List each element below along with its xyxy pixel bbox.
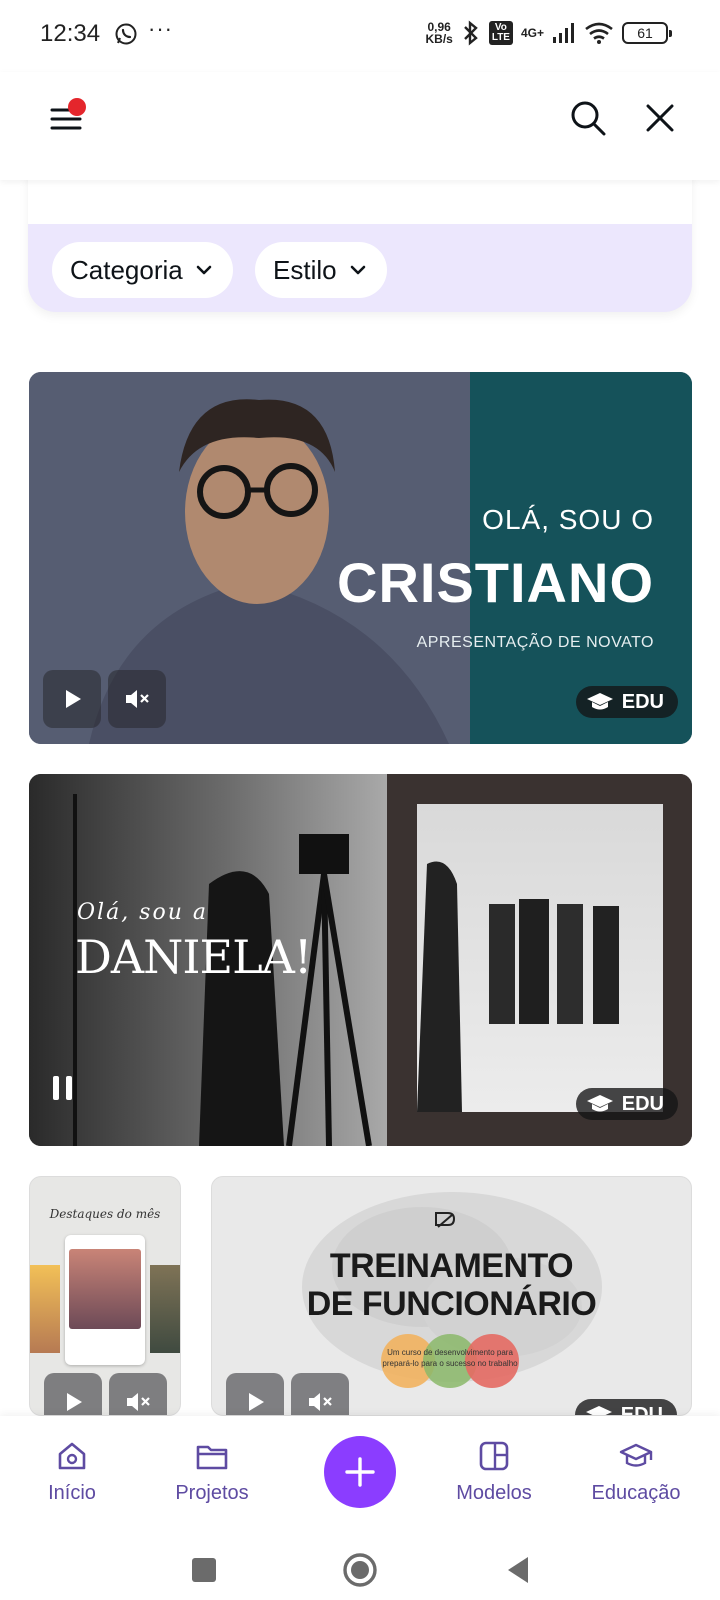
post-photo [69, 1249, 141, 1329]
mute-icon [126, 690, 149, 708]
status-indicators: 0,96 KB/s Vo LTE 4G+ 61 [425, 20, 672, 46]
side-photo-left [30, 1265, 60, 1353]
folder-icon [196, 1445, 228, 1470]
template-card-daniela[interactable]: Olá, sou a DANIELA! EDU [29, 774, 692, 1146]
mute-button[interactable] [291, 1373, 349, 1415]
status-time: 12:34 [40, 20, 101, 47]
volte-icon: Vo LTE [488, 21, 513, 45]
template-card-destaques[interactable]: Destaques do mês [29, 1176, 181, 1416]
card-title-text: Destaques do mês [49, 1207, 161, 1221]
wifi-icon [585, 22, 613, 44]
post-preview [65, 1235, 145, 1365]
play-button[interactable] [43, 670, 101, 728]
category-filter-label: Categoria [70, 254, 183, 285]
graduation-cap-icon [586, 693, 613, 710]
graduation-cap-icon [586, 1095, 613, 1112]
more-notifications-icon: ··· [148, 16, 173, 41]
card-hello-text: Olá, sou a [77, 900, 208, 925]
play-icon [66, 690, 81, 708]
mute-button[interactable] [109, 1373, 167, 1415]
chevron-down-icon [196, 265, 212, 275]
top-app-bar [0, 72, 720, 180]
edu-badge: EDU [575, 686, 678, 718]
recent-apps-icon[interactable] [184, 1550, 224, 1590]
graduation-cap-icon [585, 1406, 612, 1415]
category-filter-chip[interactable]: Categoria [52, 242, 233, 298]
card-subtitle-text: APRESENTAÇÃO DE NOVATO [416, 634, 654, 651]
edu-badge: EDU [575, 1088, 678, 1120]
chevron-down-icon [350, 265, 365, 275]
create-button[interactable] [324, 1436, 396, 1508]
graduation-cap-icon [619, 1443, 653, 1467]
card-name-text: DANIELA! [75, 930, 312, 984]
studio-people-illustration [417, 861, 619, 1112]
card-title-text: TREINAMENTO DE FUNCIONÁRIO [306, 1247, 597, 1323]
templates-icon [479, 1441, 509, 1471]
back-icon[interactable] [498, 1550, 538, 1590]
system-navigation-bar [0, 1538, 720, 1600]
card-name-text: CRISTIANO [337, 551, 654, 614]
brand-logo-icon [435, 1212, 456, 1228]
card-hello-text: OLÁ, SOU O [482, 504, 654, 535]
nav-education[interactable]: Educação [576, 1438, 696, 1505]
edu-badge: EDU [574, 1399, 677, 1415]
card-note-text: Um curso de desenvolvimento para prepará… [382, 1348, 518, 1368]
pause-button[interactable] [45, 1070, 81, 1106]
play-button[interactable] [44, 1373, 102, 1415]
battery-icon: 61 [622, 22, 672, 44]
nav-projects[interactable]: Projetos [152, 1438, 272, 1505]
search-icon[interactable] [568, 98, 608, 138]
network-speed: 0,96 KB/s [425, 20, 453, 46]
mute-icon [309, 1393, 332, 1411]
style-filter-chip[interactable]: Estilo [255, 242, 387, 298]
pause-icon [53, 1076, 72, 1100]
mute-icon [127, 1393, 150, 1411]
nav-home[interactable]: Início [12, 1438, 132, 1505]
play-icon [67, 1393, 82, 1411]
mute-button[interactable] [108, 670, 166, 728]
style-filter-label: Estilo [273, 254, 337, 285]
whatsapp-icon [115, 23, 137, 45]
nav-templates[interactable]: Modelos [434, 1438, 554, 1505]
template-card-cristiano[interactable]: OLÁ, SOU O CRISTIANO APRESENTAÇÃO DE NOV… [29, 372, 692, 744]
side-photo-right [150, 1265, 180, 1353]
bottom-navigation: Início Projetos Modelos Educação [0, 1416, 720, 1538]
network-type: 4G+ [520, 26, 544, 40]
close-icon[interactable] [642, 100, 678, 136]
notification-dot [68, 98, 86, 116]
home-icon [58, 1442, 86, 1470]
play-icon [249, 1393, 264, 1411]
play-button[interactable] [226, 1373, 284, 1415]
home-button-icon[interactable] [340, 1550, 380, 1590]
status-bar: 12:34 ··· 0,96 KB/s Vo LTE 4G+ 61 [0, 0, 720, 72]
plus-icon [345, 1457, 375, 1487]
bluetooth-icon [463, 20, 478, 46]
template-card-treinamento[interactable]: TREINAMENTO DE FUNCIONÁRIO Um curso de d… [211, 1176, 692, 1416]
signal-icon [553, 23, 574, 43]
